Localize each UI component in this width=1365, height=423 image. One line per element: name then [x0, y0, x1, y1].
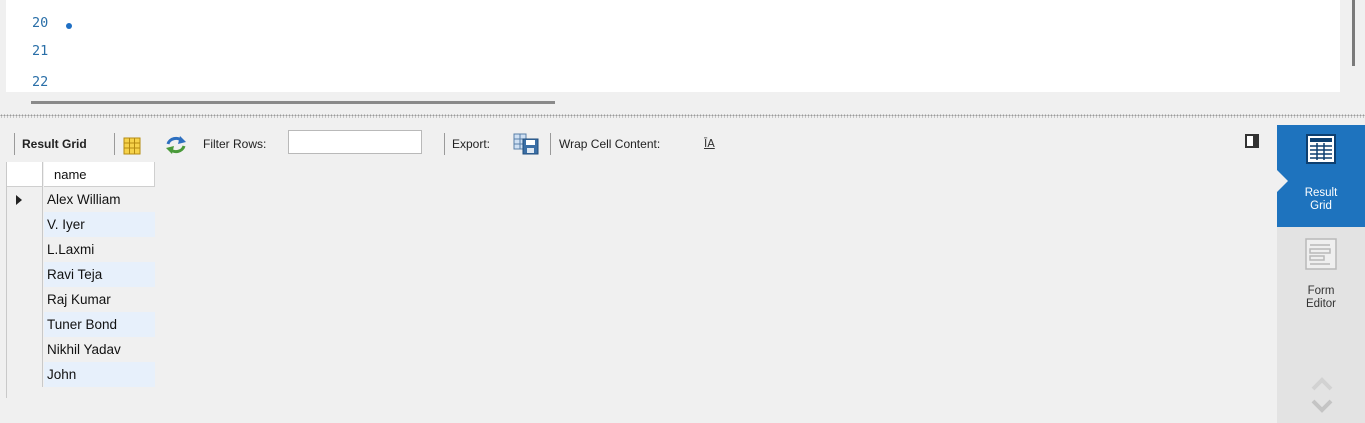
table-cell[interactable]: Alex William [44, 187, 155, 212]
refresh-icon[interactable] [165, 135, 187, 155]
wrap-cell-content-label: Wrap Cell Content: [559, 137, 661, 151]
table-row[interactable]: Ravi Teja [7, 262, 155, 287]
toolbar-separator [114, 133, 115, 155]
row-header[interactable] [7, 262, 43, 287]
table-row[interactable]: L.Laxmi [7, 237, 155, 262]
table-cell[interactable]: Tuner Bond [44, 312, 155, 337]
toolbar-separator [444, 133, 445, 155]
table-row[interactable]: V. Iyer [7, 212, 155, 237]
row-header[interactable] [7, 212, 43, 237]
column-layout-icon[interactable] [123, 135, 141, 155]
table-cell[interactable]: V. Iyer [44, 212, 155, 237]
grid-body: Alex William V. Iyer L.Laxmi Ravi Teja Raj K… [7, 187, 155, 387]
table-row[interactable]: Raj Kumar [7, 287, 155, 312]
form-editor-panel-label-2: Editor [1305, 298, 1337, 310]
filter-rows-input[interactable] [288, 130, 422, 154]
table-row[interactable]: Nikhil Yadav [7, 337, 155, 362]
filter-rows-label: Filter Rows: [203, 137, 267, 151]
column-header-name[interactable]: name [44, 162, 155, 187]
toolbar-separator [14, 133, 15, 155]
row-header[interactable] [7, 337, 43, 362]
table-row[interactable]: Alex William [7, 187, 155, 212]
row-header-corner[interactable] [7, 162, 43, 187]
row-header[interactable] [7, 287, 43, 312]
toggle-side-panel-icon[interactable] [1245, 134, 1259, 148]
result-grid-panel-label-2: Grid [1310, 200, 1332, 212]
wrap-cell-content-icon[interactable]: ĪA [704, 128, 715, 160]
panel-splitter[interactable] [0, 114, 1365, 118]
sql-statement[interactable]: select distinct name from customer [111, 89, 387, 92]
table-cell[interactable]: L.Laxmi [44, 237, 155, 262]
result-grid-label: Result Grid [22, 137, 87, 151]
table-row[interactable]: John [7, 362, 155, 387]
grid-header-row: name [7, 162, 155, 187]
form-editor-icon [1305, 238, 1337, 270]
table-cell[interactable]: Nikhil Yadav [44, 337, 155, 362]
form-editor-panel-button[interactable]: Form Editor [1277, 229, 1365, 329]
toolbar-separator [550, 133, 551, 155]
result-grid-panel-label-1: Result [1304, 187, 1338, 199]
editor-line[interactable]: 22 [6, 45, 48, 90]
result-grid[interactable]: name Alex William V. Iyer L.Laxmi Ravi Teja… [7, 162, 155, 387]
statement-marker-icon [66, 23, 72, 29]
editor-line-20: 20 [6, 0, 48, 31]
side-panel: Result Grid Form Editor [1277, 125, 1365, 423]
editor-vertical-scrollbar[interactable] [1352, 0, 1355, 66]
result-toolbar: Result Grid Filter Rows: Export: Wrap Ce… [0, 128, 1276, 160]
row-header[interactable] [7, 362, 43, 387]
form-editor-panel-label-1: Form [1307, 285, 1335, 297]
row-header[interactable] [7, 237, 43, 262]
table-row[interactable]: Tuner Bond [7, 312, 155, 337]
row-header[interactable] [7, 187, 43, 212]
table-cell[interactable]: Ravi Teja [44, 262, 155, 287]
editor-horizontal-scrollbar[interactable] [31, 101, 555, 104]
line-number: 22 [32, 74, 49, 90]
current-row-arrow-icon [16, 195, 22, 205]
result-grid-icon [1306, 134, 1336, 164]
scroll-chevrons-icon[interactable] [1311, 375, 1333, 415]
export-icon[interactable] [513, 133, 541, 155]
result-grid-panel-button[interactable]: Result Grid [1277, 125, 1365, 227]
table-cell[interactable]: John [44, 362, 155, 387]
sql-editor[interactable]: 20 21 select distinct name from customer… [6, 0, 1340, 92]
row-header[interactable] [7, 312, 43, 337]
editor-line[interactable]: 21 select distinct name from customer [6, 14, 72, 59]
export-label: Export: [452, 137, 491, 151]
table-cell[interactable]: Raj Kumar [44, 287, 155, 312]
